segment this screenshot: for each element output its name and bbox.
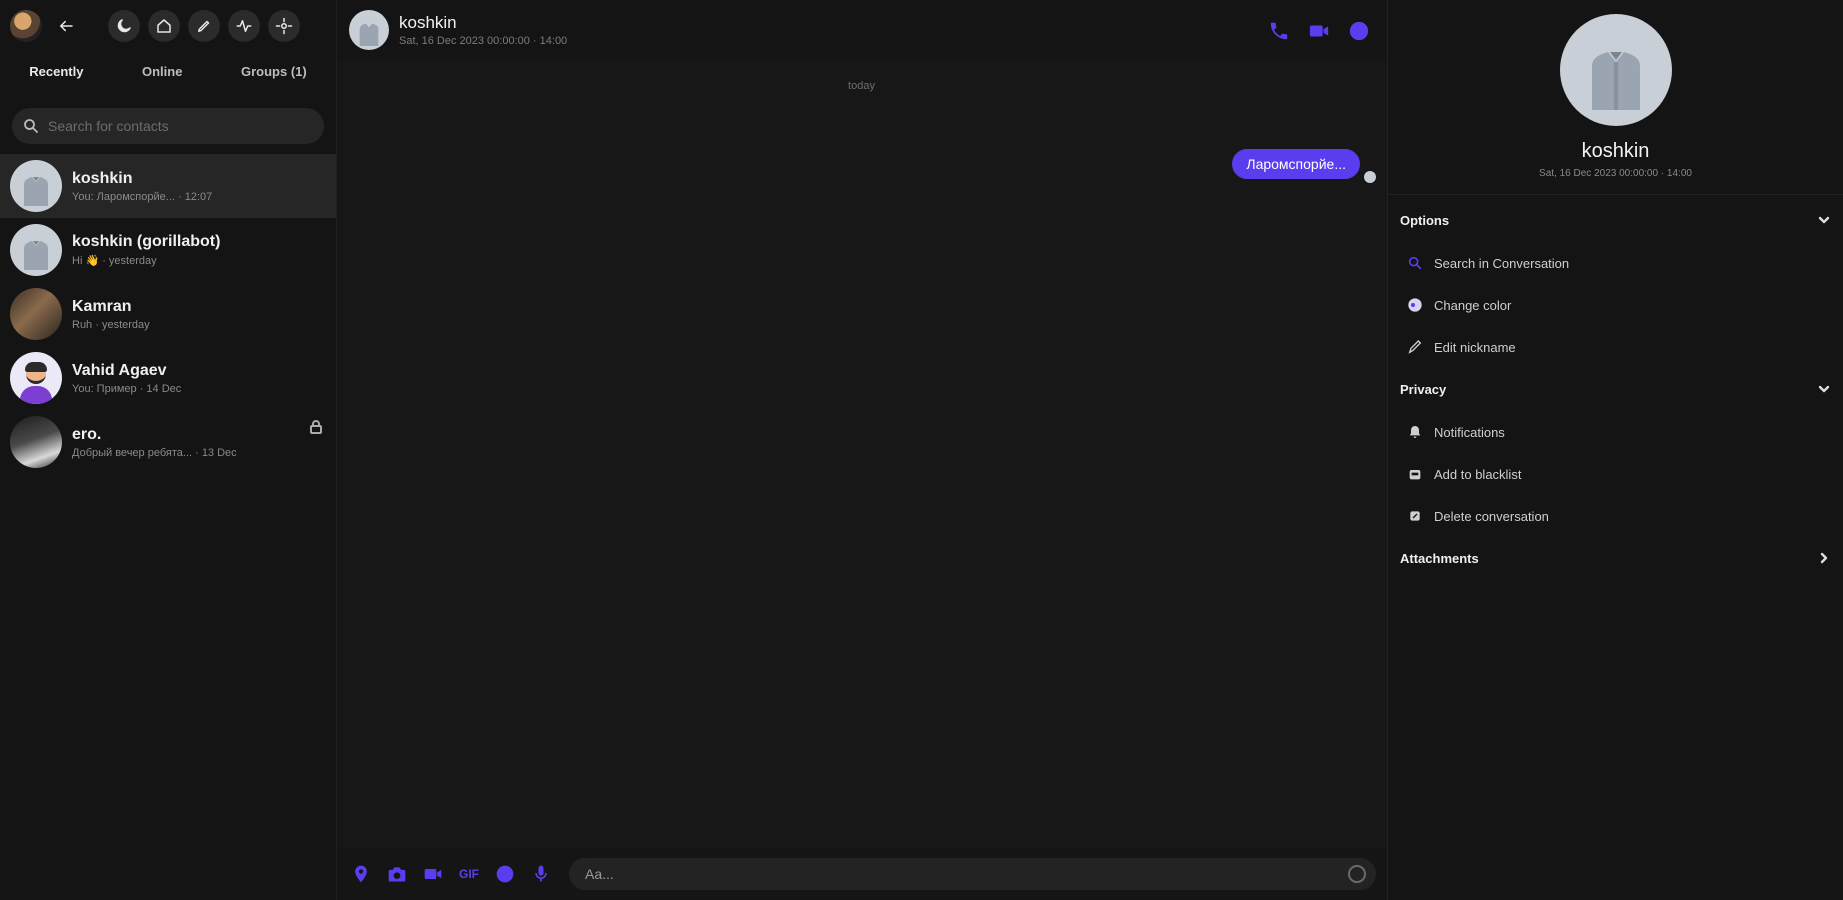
bell-icon [1404, 421, 1426, 443]
contact-preview: Добрый вечер ребята... · 13 Dec [72, 446, 237, 459]
contact-search [12, 108, 324, 144]
settings-icon[interactable] [268, 10, 300, 42]
option-label: Change color [1434, 297, 1512, 313]
option-delete-conversation[interactable]: Delete conversation [1404, 501, 1831, 531]
option-label: Search in Conversation [1434, 255, 1570, 271]
message-composer: GIF [337, 848, 1386, 900]
section-privacy[interactable]: Privacy [1388, 374, 1843, 404]
contact-tabs: Recently Online Groups (1) [0, 60, 336, 86]
phone-icon[interactable] [1266, 18, 1292, 44]
contact-preview: Ruh · yesterday [72, 318, 150, 331]
avatar [10, 224, 62, 276]
chat-status: Sat, 16 Dec 2023 00:00:00 · 14:00 [399, 35, 568, 47]
avatar [10, 288, 62, 340]
video-camera-icon[interactable] [1306, 18, 1332, 44]
section-attachments[interactable]: Attachments [1388, 543, 1843, 573]
search-icon [1404, 252, 1426, 274]
contact-name: koshkin (gorillabot) [72, 233, 221, 250]
contact-preview: You: Пример · 14 Dec [72, 382, 182, 395]
contact-item-ero[interactable]: ero. Добрый вечер ребята... · 13 Dec [0, 410, 336, 474]
profile-avatar-large [1560, 14, 1672, 126]
emoji-icon[interactable] [1348, 865, 1366, 883]
option-label: Delete conversation [1434, 508, 1549, 524]
chevron-down-icon [1818, 216, 1830, 224]
gif-icon[interactable]: GIF [457, 862, 481, 886]
chevron-down-icon [1818, 385, 1830, 393]
divider [1388, 194, 1843, 195]
chat-panel: koshkin Sat, 16 Dec 2023 00:00:00 · 14:0… [337, 0, 1386, 900]
avatar [10, 160, 62, 212]
sidebar-toolbar [10, 8, 326, 44]
option-label: Add to blacklist [1434, 466, 1522, 482]
location-icon[interactable] [349, 862, 373, 886]
message-bubble-outgoing[interactable]: Ларомспорйе... [1232, 149, 1360, 179]
message-input-box [569, 858, 1376, 890]
option-change-color[interactable]: Change color [1404, 290, 1831, 320]
option-add-to-blacklist[interactable]: Add to blacklist [1404, 459, 1831, 489]
section-options[interactable]: Options [1388, 205, 1843, 235]
contact-name: koshkin [72, 169, 133, 187]
search-icon [24, 119, 38, 133]
profile-avatar[interactable] [10, 10, 42, 42]
contact-preview: Hi 👋 · yesterday [72, 255, 157, 267]
section-title: Options [1400, 212, 1450, 228]
option-label: Edit nickname [1434, 339, 1516, 355]
section-title: Privacy [1400, 381, 1447, 397]
option-search-in-conversation[interactable]: Search in Conversation [1404, 248, 1831, 278]
lock-icon [310, 420, 322, 439]
contact-preview: You: Ларомспорйе... · 12:07 [72, 190, 213, 203]
contact-name: Kamran [72, 297, 132, 315]
contact-list: koshkin You: Ларомспорйе... · 12:07 kosh… [0, 154, 336, 474]
profile-status: Sat, 16 Dec 2023 00:00:00 · 14:00 [1539, 168, 1692, 179]
option-edit-nickname[interactable]: Edit nickname [1404, 332, 1831, 362]
color-palette-icon [1404, 294, 1426, 316]
pencil-icon [1404, 336, 1426, 358]
message-input[interactable] [583, 865, 1348, 883]
moon-icon[interactable] [108, 10, 140, 42]
contacts-panel: Recently Online Groups (1) koshkin You: … [0, 0, 337, 900]
microphone-icon[interactable] [529, 862, 553, 886]
read-receipt-avatar [1364, 171, 1376, 183]
option-label: Notifications [1434, 424, 1505, 440]
contact-name: Vahid Agaev [72, 361, 167, 379]
trash-icon [1404, 505, 1426, 527]
conversation-info-panel: koshkin Sat, 16 Dec 2023 00:00:00 · 14:0… [1387, 0, 1843, 900]
pulse-icon[interactable] [228, 10, 260, 42]
camera-icon[interactable] [385, 862, 409, 886]
contact-item-koshkin-gorillabot[interactable]: koshkin (gorillabot) Hi 👋 · yesterday [0, 218, 336, 282]
block-icon [1404, 463, 1426, 485]
chat-title: koshkin [399, 13, 457, 32]
video-icon[interactable] [421, 862, 445, 886]
contact-name: ero. [72, 425, 102, 443]
chat-header: koshkin Sat, 16 Dec 2023 00:00:00 · 14:0… [337, 0, 1386, 60]
search-input[interactable] [46, 117, 324, 135]
contact-item-vahid-agaev[interactable]: Vahid Agaev You: Пример · 14 Dec [0, 346, 336, 410]
edit-icon[interactable] [188, 10, 220, 42]
profile-name: koshkin [1581, 140, 1650, 162]
tab-online[interactable]: Online [142, 60, 182, 86]
date-separator: today [848, 80, 875, 92]
section-title: Attachments [1400, 550, 1479, 566]
chat-avatar[interactable] [349, 10, 389, 50]
option-notifications[interactable]: Notifications [1404, 417, 1831, 447]
tab-recently[interactable]: Recently [29, 60, 83, 86]
back-arrow-icon[interactable] [50, 10, 82, 42]
contact-item-koshkin[interactable]: koshkin You: Ларомспорйе... · 12:07 [0, 154, 336, 218]
sticker-icon[interactable] [493, 862, 517, 886]
info-icon[interactable] [1346, 18, 1372, 44]
home-icon[interactable] [148, 10, 180, 42]
tab-groups[interactable]: Groups (1) [241, 60, 307, 86]
avatar [10, 352, 62, 404]
chevron-right-icon [1820, 552, 1828, 564]
avatar [10, 416, 62, 468]
contact-item-kamran[interactable]: Kamran Ruh · yesterday [0, 282, 336, 346]
